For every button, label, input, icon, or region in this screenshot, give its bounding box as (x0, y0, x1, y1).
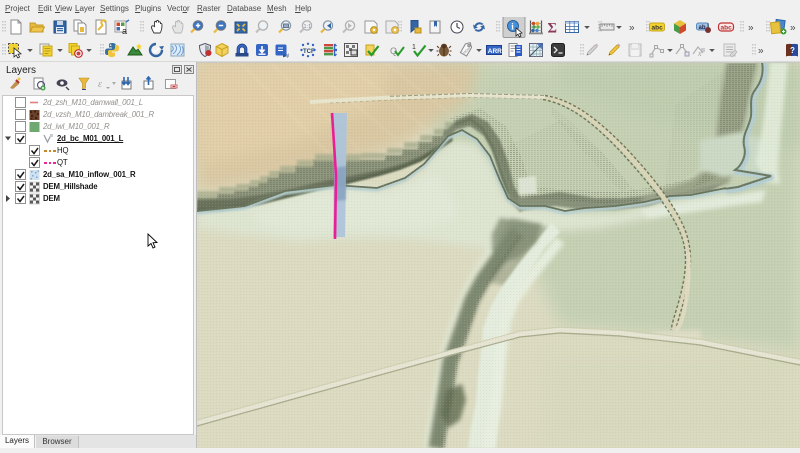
svg-text:?: ? (790, 46, 795, 55)
svg-text:abc: abc (721, 25, 733, 32)
svg-text:sql: sql (283, 53, 289, 58)
svg-text:abc: abc (652, 25, 664, 32)
svg-text:1:1: 1:1 (304, 24, 312, 30)
svg-text:ab: ab (699, 25, 706, 31)
svg-text:»: » (748, 23, 754, 34)
svg-text:1: 1 (412, 44, 416, 51)
svg-text:x: x (697, 49, 702, 58)
svg-text:a: a (122, 26, 127, 36)
svg-text:»: » (790, 23, 796, 34)
svg-text:ε: ε (98, 79, 102, 90)
svg-text:»: » (629, 23, 635, 34)
svg-text:Σ: Σ (548, 21, 557, 37)
svg-text:»: » (758, 46, 764, 57)
svg-text:ARR: ARR (488, 48, 502, 55)
